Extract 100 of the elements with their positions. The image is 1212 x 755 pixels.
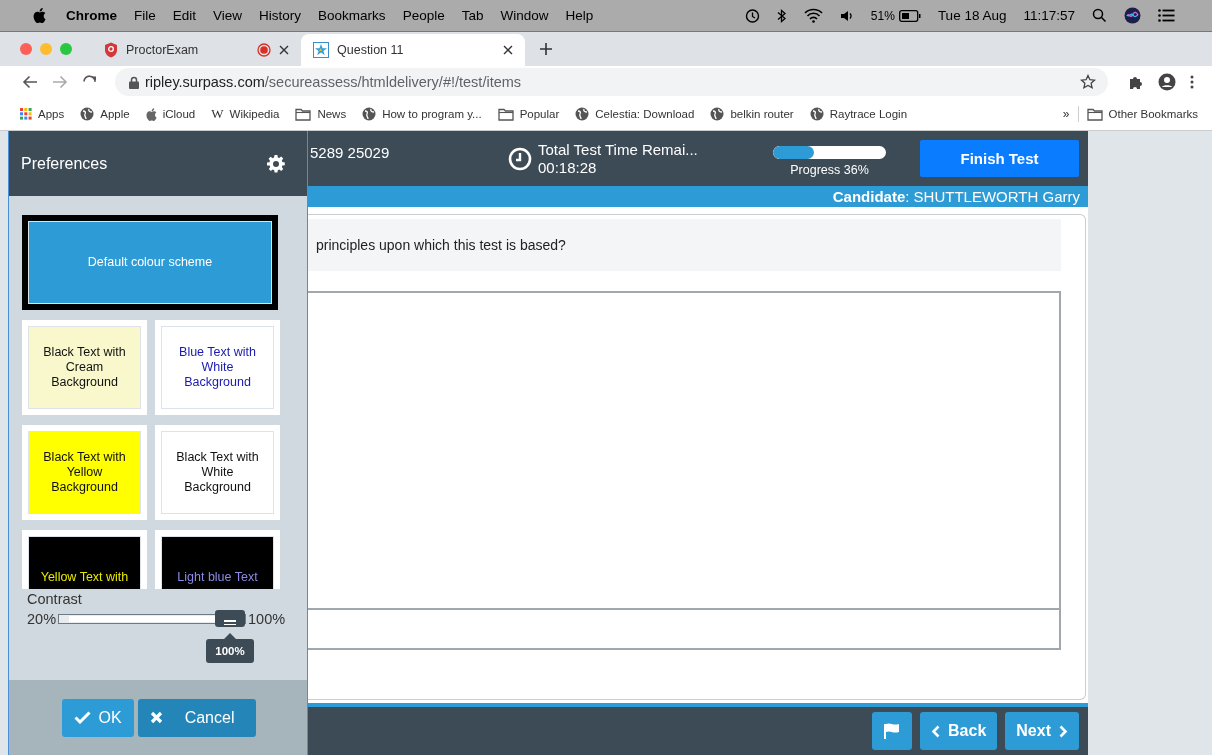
- menu-item[interactable]: People: [402, 8, 445, 23]
- menu-item[interactable]: Edit: [172, 8, 197, 23]
- cancel-button[interactable]: Cancel: [137, 698, 257, 737]
- apple-logo-icon[interactable]: [33, 8, 46, 23]
- panel-title: Preferences: [21, 154, 108, 173]
- tile-label: Default colour scheme: [87, 255, 213, 270]
- new-tab-icon[interactable]: [539, 42, 553, 56]
- bookmark-label: Popular: [519, 108, 560, 120]
- chevron-left-icon: [931, 724, 941, 738]
- tile-label: Light blue Text: [177, 570, 258, 585]
- colour-scheme-tile[interactable]: Yellow Text with: [22, 530, 147, 589]
- progress-label: Progress 36%: [790, 163, 869, 177]
- search-icon[interactable]: [1092, 8, 1107, 23]
- bookmark-item[interactable]: Raytrace Login: [809, 107, 908, 121]
- bookmark-label: How to program y...: [382, 108, 482, 120]
- colour-scheme-tile[interactable]: Black Text with Yellow Background: [22, 425, 147, 520]
- bookmark-item[interactable]: W Wikipedia: [211, 106, 280, 122]
- shield-icon: [104, 42, 118, 58]
- close-tab-icon[interactable]: [503, 45, 513, 55]
- battery-percent: 51%: [870, 8, 895, 23]
- menu-item[interactable]: History: [259, 8, 302, 23]
- bookmark-item[interactable]: belkin router: [710, 107, 794, 121]
- lock-icon: [129, 75, 139, 89]
- menu-item[interactable]: Tab: [461, 8, 484, 23]
- close-icon: [149, 711, 163, 724]
- bookmark-label: iCloud: [162, 108, 196, 120]
- wifi-icon[interactable]: [803, 8, 823, 23]
- browser-tab[interactable]: Question 11: [301, 34, 525, 66]
- time-machine-icon[interactable]: [743, 7, 760, 24]
- bookmark-item[interactable]: News: [295, 107, 347, 121]
- check-icon: [73, 711, 91, 724]
- tile-label: Yellow Text with: [40, 570, 129, 585]
- timer-label: Total Test Time Remai...: [538, 140, 698, 159]
- bookmark-item[interactable]: iCloud: [145, 107, 196, 121]
- close-tab-icon[interactable]: [279, 45, 289, 55]
- folder-icon: [1086, 107, 1103, 121]
- browser-tab[interactable]: ProctorExam: [92, 34, 301, 66]
- bookmark-item[interactable]: Celestia: Download: [575, 107, 695, 121]
- tile-label: Blue Text with White Background: [178, 345, 257, 390]
- colour-scheme-tile[interactable]: Blue Text with White Background: [155, 320, 280, 415]
- bookmark-label: Celestia: Download: [595, 108, 695, 120]
- flag-button[interactable]: [872, 712, 913, 750]
- flag-icon: [883, 723, 902, 739]
- menu-item[interactable]: Help: [565, 8, 594, 23]
- wikipedia-glyph: W: [211, 106, 224, 122]
- bookmark-label: Apple: [100, 108, 130, 120]
- globe-icon: [80, 107, 95, 121]
- list-icon[interactable]: [1158, 9, 1175, 22]
- bookmark-label: News: [317, 108, 347, 120]
- tile-label: Black Text with Cream Background: [42, 345, 127, 390]
- bookmark-item[interactable]: Apps: [20, 108, 65, 120]
- contrast-label: Contrast: [27, 591, 83, 607]
- question-text: principles upon which this test is based?: [316, 237, 566, 253]
- globe-icon: [575, 107, 590, 121]
- colour-scheme-tile[interactable]: Black Text with Cream Background: [22, 320, 147, 415]
- menu-item[interactable]: Bookmarks: [318, 8, 386, 23]
- candidate-name: Candidate: SHUTTLEWORTH Garry: [832, 188, 1080, 205]
- bluetooth-icon[interactable]: [776, 7, 787, 24]
- account-icon[interactable]: [1158, 73, 1176, 91]
- siri-icon[interactable]: [1124, 7, 1141, 24]
- bookmark-label: Raytrace Login: [829, 108, 908, 120]
- bookmark-item[interactable]: How to program y...: [362, 107, 482, 121]
- globe-icon: [809, 107, 824, 121]
- speaker-icon[interactable]: [839, 8, 854, 23]
- menu-item[interactable]: Chrome: [66, 8, 117, 23]
- menu-clock[interactable]: 11:17:57: [1023, 8, 1075, 23]
- menu-item[interactable]: File: [134, 8, 156, 23]
- menu-item[interactable]: Window: [500, 8, 549, 23]
- tile-label: Black Text with Yellow Background: [42, 450, 127, 495]
- answer-field[interactable]: [308, 291, 1061, 610]
- globe-icon: [362, 107, 377, 121]
- battery-icon[interactable]: [898, 9, 921, 22]
- bookmark-item[interactable]: Other Bookmarks: [1086, 107, 1198, 121]
- bookmark-label: Other Bookmarks: [1108, 108, 1198, 120]
- tab-title: Question 11: [337, 43, 405, 57]
- puzzle-piece-icon[interactable]: [1128, 74, 1144, 90]
- more-menu-icon[interactable]: [1190, 75, 1194, 89]
- bookmark-star-icon[interactable]: [1080, 74, 1096, 90]
- back-arrow-icon[interactable]: [22, 75, 38, 89]
- bookmark-label: belkin router: [730, 108, 794, 120]
- menu-item[interactable]: View: [213, 8, 243, 23]
- more-bookmarks-button[interactable]: »: [1062, 107, 1070, 121]
- clock-icon: [508, 146, 532, 171]
- finish-test-button[interactable]: Finish Test: [920, 140, 1079, 177]
- address-field[interactable]: ripley.surpass.com/secureassess/htmldelivery/#!/test/items: [115, 68, 1108, 96]
- slider-thumb[interactable]: [215, 610, 246, 627]
- timer-value: 00:18:28: [538, 158, 598, 177]
- slider-min-label: 20%: [27, 611, 57, 627]
- menu-date[interactable]: Tue 18 Aug: [937, 8, 1007, 23]
- apps-grid-icon: [20, 108, 32, 120]
- url-path: /secureassess/htmldelivery/#!/test/items: [264, 74, 522, 90]
- tile-label: Black Text with White Background: [175, 450, 260, 495]
- tab-title: ProctorExam: [126, 43, 200, 57]
- bookmark-item[interactable]: Apple: [80, 107, 130, 121]
- colour-scheme-tile[interactable]: Black Text with White Background: [155, 425, 280, 520]
- bookmark-item[interactable]: Popular: [497, 107, 560, 121]
- gear-icon[interactable]: [267, 154, 285, 173]
- exam-id: 5289 25029: [310, 144, 391, 161]
- star-logo-icon: [313, 42, 329, 58]
- colour-scheme-tile[interactable]: Light blue Text: [155, 530, 280, 589]
